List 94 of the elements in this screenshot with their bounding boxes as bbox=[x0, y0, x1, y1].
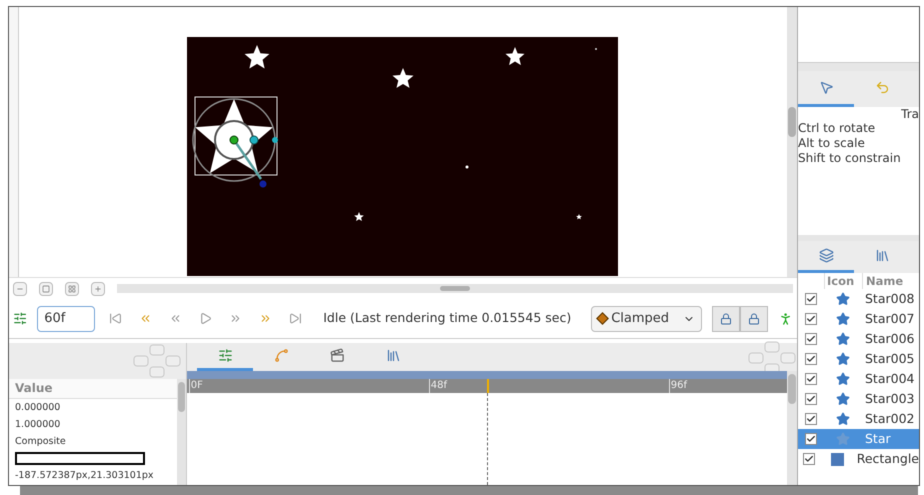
star-shape bbox=[506, 47, 524, 66]
params-icon bbox=[218, 348, 232, 363]
layer-row[interactable]: Star006 bbox=[798, 329, 919, 349]
layer-name: Star005 bbox=[864, 350, 914, 368]
layer-name: Star008 bbox=[864, 290, 914, 308]
layers-icon bbox=[818, 248, 834, 263]
zoom-button[interactable] bbox=[13, 282, 27, 296]
column-header[interactable]: Icon bbox=[824, 273, 862, 289]
hint-text: Shift to constrain bbox=[798, 151, 902, 166]
color-swatch[interactable] bbox=[15, 452, 145, 465]
horizontal-scrollbar[interactable] bbox=[117, 284, 793, 293]
pointer-icon bbox=[818, 80, 834, 95]
keyframes-icon bbox=[330, 348, 344, 363]
layer-name: Star003 bbox=[864, 390, 914, 408]
layer-checkbox[interactable] bbox=[805, 313, 817, 325]
star-shape bbox=[576, 214, 582, 220]
param-value: 0.000000 bbox=[14, 401, 62, 415]
seek-begin-icon bbox=[108, 312, 122, 325]
play-icon bbox=[198, 312, 212, 325]
layer-name: Star004 bbox=[864, 370, 914, 388]
layer-row[interactable]: Star004 bbox=[798, 369, 919, 389]
layer-name: Star002 bbox=[864, 410, 914, 428]
column-header[interactable]: Name bbox=[862, 273, 904, 289]
library-icon bbox=[386, 348, 400, 363]
time-label: 96f bbox=[668, 379, 688, 393]
check-icon bbox=[804, 454, 814, 464]
layer-name: Star007 bbox=[864, 310, 914, 328]
scrollbar-thumb[interactable] bbox=[440, 286, 470, 291]
layer-checkbox[interactable] bbox=[805, 333, 817, 345]
layer-row[interactable]: Star003 bbox=[798, 389, 919, 409]
layer-checkbox[interactable] bbox=[805, 293, 817, 305]
time-field[interactable]: 60f bbox=[37, 306, 96, 332]
star-shape bbox=[244, 45, 270, 68]
star-icon bbox=[836, 372, 850, 386]
seek-end-icon bbox=[288, 312, 302, 325]
layer-checkbox[interactable] bbox=[805, 373, 817, 385]
star-shape bbox=[354, 212, 364, 221]
zoom-button[interactable] bbox=[91, 282, 105, 296]
param-value: Composite bbox=[14, 435, 67, 449]
tool-options-title: Tra bbox=[901, 107, 919, 121]
time-label: 0F bbox=[188, 379, 203, 393]
hint-text: Alt to scale bbox=[798, 136, 866, 151]
time-label: 48f bbox=[428, 379, 448, 393]
zoom-button[interactable] bbox=[65, 282, 79, 296]
curves-icon bbox=[274, 348, 288, 363]
lock-past-button[interactable] bbox=[712, 306, 740, 332]
star-shape bbox=[392, 68, 414, 88]
layer-row[interactable]: Star005 bbox=[798, 349, 919, 369]
star-icon bbox=[836, 392, 850, 406]
dock-handle-drawing[interactable] bbox=[132, 344, 182, 378]
zoom-icon bbox=[94, 284, 102, 292]
zoom-icon bbox=[68, 284, 76, 292]
layer-name: Star006 bbox=[864, 330, 914, 348]
lock-icon bbox=[748, 312, 760, 324]
vertical-scrollbar[interactable] bbox=[787, 7, 797, 277]
next-keyframe-icon bbox=[258, 312, 272, 325]
layer-row[interactable]: Star002 bbox=[798, 409, 919, 429]
params-scrollbar[interactable] bbox=[177, 379, 186, 485]
scrollbar-thumb[interactable] bbox=[178, 382, 185, 412]
param-value: -187.572387px,21.303101px bbox=[14, 469, 155, 483]
scrollbar-thumb[interactable] bbox=[788, 107, 796, 137]
layer-checkbox[interactable] bbox=[805, 433, 817, 445]
render-status: Idle (Last rendering time 0.015545 sec) bbox=[323, 309, 572, 328]
layer-checkbox[interactable] bbox=[805, 393, 817, 405]
layer-row[interactable]: Rectangle bbox=[798, 449, 919, 469]
rectangle-icon bbox=[830, 452, 844, 466]
layer-row[interactable]: Star008 bbox=[798, 289, 919, 309]
library-icon bbox=[874, 248, 890, 263]
star-icon bbox=[836, 292, 850, 306]
layer-checkbox[interactable] bbox=[805, 353, 817, 365]
lock-icon bbox=[720, 312, 732, 324]
star-icon bbox=[836, 412, 850, 426]
zoom-icon bbox=[42, 284, 50, 292]
layer-name: Star bbox=[864, 430, 891, 448]
star-icon bbox=[836, 332, 850, 346]
undo-icon bbox=[874, 80, 890, 95]
lock-future-button[interactable] bbox=[740, 306, 768, 332]
scrollbar-thumb[interactable] bbox=[788, 374, 796, 404]
timetrack-scrollbar[interactable] bbox=[787, 371, 797, 485]
animation-mode-icon[interactable] bbox=[13, 311, 28, 326]
layer-checkbox[interactable] bbox=[803, 453, 816, 465]
playhead-marker[interactable] bbox=[487, 379, 489, 393]
star-icon bbox=[836, 312, 850, 326]
interpolation-dropdown[interactable]: Clamped bbox=[591, 306, 702, 332]
star-icon bbox=[836, 352, 850, 366]
hint-text: Ctrl to rotate bbox=[798, 121, 876, 136]
layer-row[interactable]: Star007 bbox=[798, 309, 919, 329]
next-frame-icon bbox=[228, 312, 242, 325]
param-value: 1.000000 bbox=[14, 418, 62, 432]
star-icon bbox=[836, 432, 850, 446]
layer-name: Rectangle bbox=[856, 450, 919, 468]
star-dot bbox=[466, 166, 468, 168]
layer-checkbox[interactable] bbox=[805, 413, 817, 425]
zoom-button[interactable] bbox=[39, 282, 53, 296]
